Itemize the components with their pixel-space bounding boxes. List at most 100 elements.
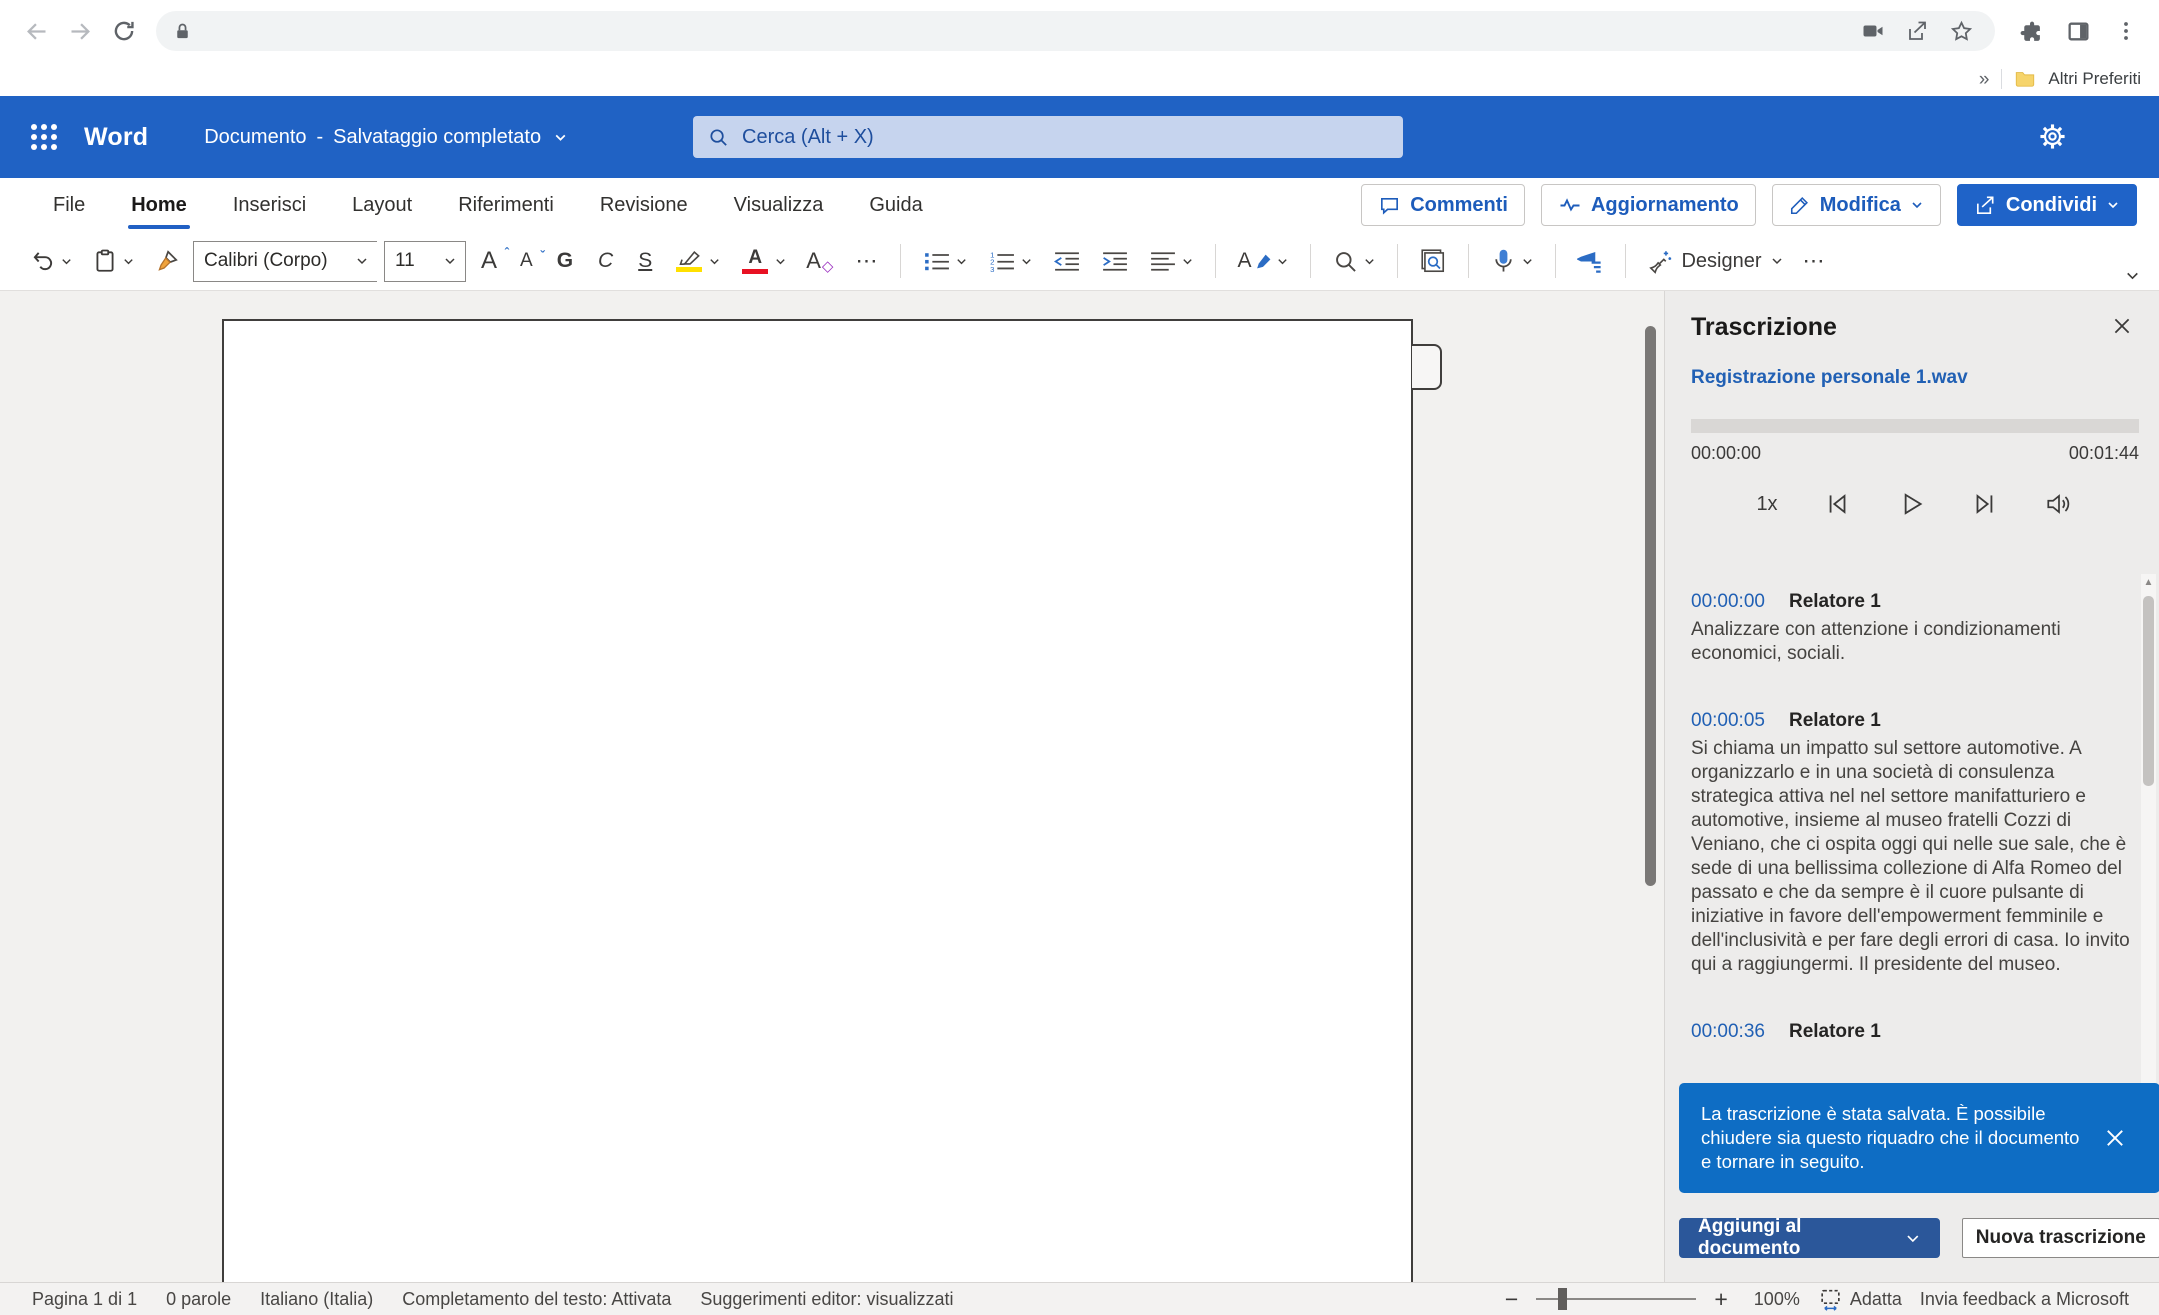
- entry-timestamp[interactable]: 00:00:36: [1691, 1021, 1765, 1043]
- zoom-level[interactable]: 100%: [1754, 1289, 1800, 1310]
- add-to-document-button[interactable]: Aggiungi al documento: [1679, 1218, 1940, 1258]
- entry-timestamp[interactable]: 00:00:00: [1691, 591, 1765, 613]
- zoom-out-button[interactable]: −: [1505, 1288, 1518, 1311]
- italic-button[interactable]: C: [589, 249, 622, 273]
- editor-suggestions-status[interactable]: Suggerimenti editor: visualizzati: [700, 1289, 953, 1310]
- transcript-entry[interactable]: 00:00:05 Relatore 1 Si chiama un impatto…: [1691, 710, 2141, 977]
- tab-riferimenti[interactable]: Riferimenti: [435, 180, 577, 231]
- share-icon[interactable]: [1899, 13, 1935, 49]
- browser-reload-icon[interactable]: [102, 9, 146, 53]
- recording-file-link[interactable]: Registrazione personale 1.wav: [1691, 367, 1968, 389]
- collapse-ribbon-icon[interactable]: [2124, 267, 2141, 284]
- tab-home[interactable]: Home: [108, 180, 210, 231]
- settings-gear-icon[interactable]: [2038, 122, 2067, 151]
- transcript-scrollbar[interactable]: ▲: [2141, 574, 2156, 1084]
- font-name-select[interactable]: Calibri (Corpo): [193, 241, 377, 282]
- decrease-indent-button[interactable]: [1046, 244, 1087, 279]
- font-color-button[interactable]: A: [734, 243, 793, 279]
- numbered-list-button[interactable]: 123: [981, 244, 1039, 279]
- search-box[interactable]: [693, 116, 1403, 158]
- feedback-link[interactable]: Invia feedback a Microsoft: [1920, 1289, 2129, 1310]
- share-button[interactable]: Condividi: [1957, 184, 2137, 226]
- tab-revisione[interactable]: Revisione: [577, 180, 711, 231]
- saved-toast: La trascrizione è stata salvata. È possi…: [1679, 1083, 2159, 1193]
- find-button[interactable]: [1326, 243, 1382, 280]
- word-count[interactable]: 0 parole: [166, 1289, 231, 1310]
- extensions-puzzle-icon[interactable]: [2011, 12, 2049, 50]
- tab-file[interactable]: File: [30, 180, 108, 231]
- text-completion-status[interactable]: Completamento del testo: Attivata: [402, 1289, 671, 1310]
- play-icon[interactable]: [1896, 489, 1926, 519]
- more-font-options-icon[interactable]: ⋯: [849, 248, 885, 274]
- bullet-list-button[interactable]: [916, 244, 974, 279]
- zoom-slider[interactable]: [1536, 1298, 1696, 1300]
- document-scrollbar[interactable]: [1645, 326, 1656, 886]
- search-documents-button[interactable]: [1413, 242, 1453, 280]
- playback-speed-button[interactable]: 1x: [1756, 493, 1777, 516]
- app-name[interactable]: Word: [84, 123, 148, 152]
- comments-button[interactable]: Commenti: [1361, 184, 1525, 226]
- clear-formatting-button[interactable]: A ◇: [800, 243, 842, 279]
- update-button[interactable]: Aggiornamento: [1541, 184, 1756, 226]
- bookmarks-overflow-chevron[interactable]: »: [1979, 70, 1990, 89]
- tab-inserisci[interactable]: Inserisci: [210, 180, 329, 231]
- editor-button[interactable]: [1571, 243, 1610, 280]
- tab-visualizza[interactable]: Visualizza: [711, 180, 847, 231]
- highlight-button[interactable]: [668, 245, 727, 277]
- undo-icon: [30, 248, 56, 274]
- grow-font-button[interactable]: Aˆ: [473, 247, 505, 275]
- close-pane-icon[interactable]: [2111, 315, 2133, 337]
- grow-font-glyph: A: [481, 247, 497, 275]
- browser-forward-icon[interactable]: [58, 9, 102, 53]
- grid-icon: [31, 124, 57, 150]
- comment-anchor-box[interactable]: [1412, 344, 1442, 390]
- transcription-pane: Trascrizione Registrazione personale 1.w…: [1664, 291, 2159, 1282]
- search-input[interactable]: [742, 126, 1389, 149]
- zoom-in-button[interactable]: +: [1714, 1288, 1727, 1311]
- fit-width-button[interactable]: Adatta: [1818, 1287, 1902, 1312]
- bookmark-star-icon[interactable]: [1943, 13, 1979, 49]
- tab-guida[interactable]: Guida: [846, 180, 945, 231]
- skip-forward-icon[interactable]: [1970, 489, 2000, 519]
- increase-indent-button[interactable]: [1094, 244, 1135, 279]
- bookmarks-folder-label[interactable]: Altri Preferiti: [2048, 69, 2141, 89]
- alignment-button[interactable]: [1142, 244, 1200, 279]
- edit-mode-button[interactable]: Modifica: [1772, 184, 1941, 226]
- save-status: Salvataggio completato: [333, 126, 541, 149]
- underline-button[interactable]: S: [629, 249, 661, 273]
- language-indicator[interactable]: Italiano (Italia): [260, 1289, 373, 1310]
- address-input[interactable]: [203, 21, 1855, 42]
- app-launcher-button[interactable]: [22, 115, 66, 159]
- page-count[interactable]: Pagina 1 di 1: [32, 1289, 137, 1310]
- more-toolbar-options-icon[interactable]: ⋯: [1797, 248, 1833, 274]
- tab-layout[interactable]: Layout: [329, 180, 435, 231]
- paste-button[interactable]: [86, 243, 141, 279]
- side-panel-icon[interactable]: [2059, 12, 2097, 50]
- document-title-group[interactable]: Documento - Salvataggio completato: [204, 126, 568, 149]
- zoom-slider-thumb[interactable]: [1558, 1288, 1567, 1310]
- shrink-font-button[interactable]: Aˇ: [512, 250, 541, 272]
- document-page[interactable]: [222, 319, 1413, 1282]
- transcript-entry[interactable]: 00:00:00 Relatore 1 Analizzare con atten…: [1691, 591, 2141, 666]
- browser-back-icon[interactable]: [14, 9, 58, 53]
- font-size-select[interactable]: 11: [384, 241, 466, 282]
- scroll-up-arrow-icon[interactable]: ▲: [2141, 574, 2156, 588]
- numbered-list-icon: 123: [987, 249, 1016, 274]
- dictate-button[interactable]: [1484, 242, 1540, 281]
- designer-button[interactable]: Designer: [1641, 243, 1789, 279]
- bold-button[interactable]: G: [548, 249, 582, 273]
- camera-icon[interactable]: [1855, 13, 1891, 49]
- browser-menu-icon[interactable]: [2107, 12, 2145, 50]
- address-bar[interactable]: [156, 11, 1995, 51]
- format-painter-button[interactable]: [148, 243, 186, 279]
- new-transcription-button[interactable]: Nuova trascrizione: [1962, 1218, 2159, 1258]
- skip-back-icon[interactable]: [1822, 489, 1852, 519]
- entry-timestamp[interactable]: 00:00:05: [1691, 710, 1765, 732]
- undo-button[interactable]: [24, 243, 79, 279]
- transcript-entry[interactable]: 00:00:36 Relatore 1: [1691, 1021, 2141, 1043]
- styles-button[interactable]: A: [1231, 244, 1295, 278]
- toast-close-icon[interactable]: [2103, 1126, 2127, 1150]
- audio-progress-bar[interactable]: [1691, 419, 2139, 433]
- scrollbar-thumb[interactable]: [2143, 596, 2154, 786]
- volume-icon[interactable]: [2044, 489, 2074, 519]
